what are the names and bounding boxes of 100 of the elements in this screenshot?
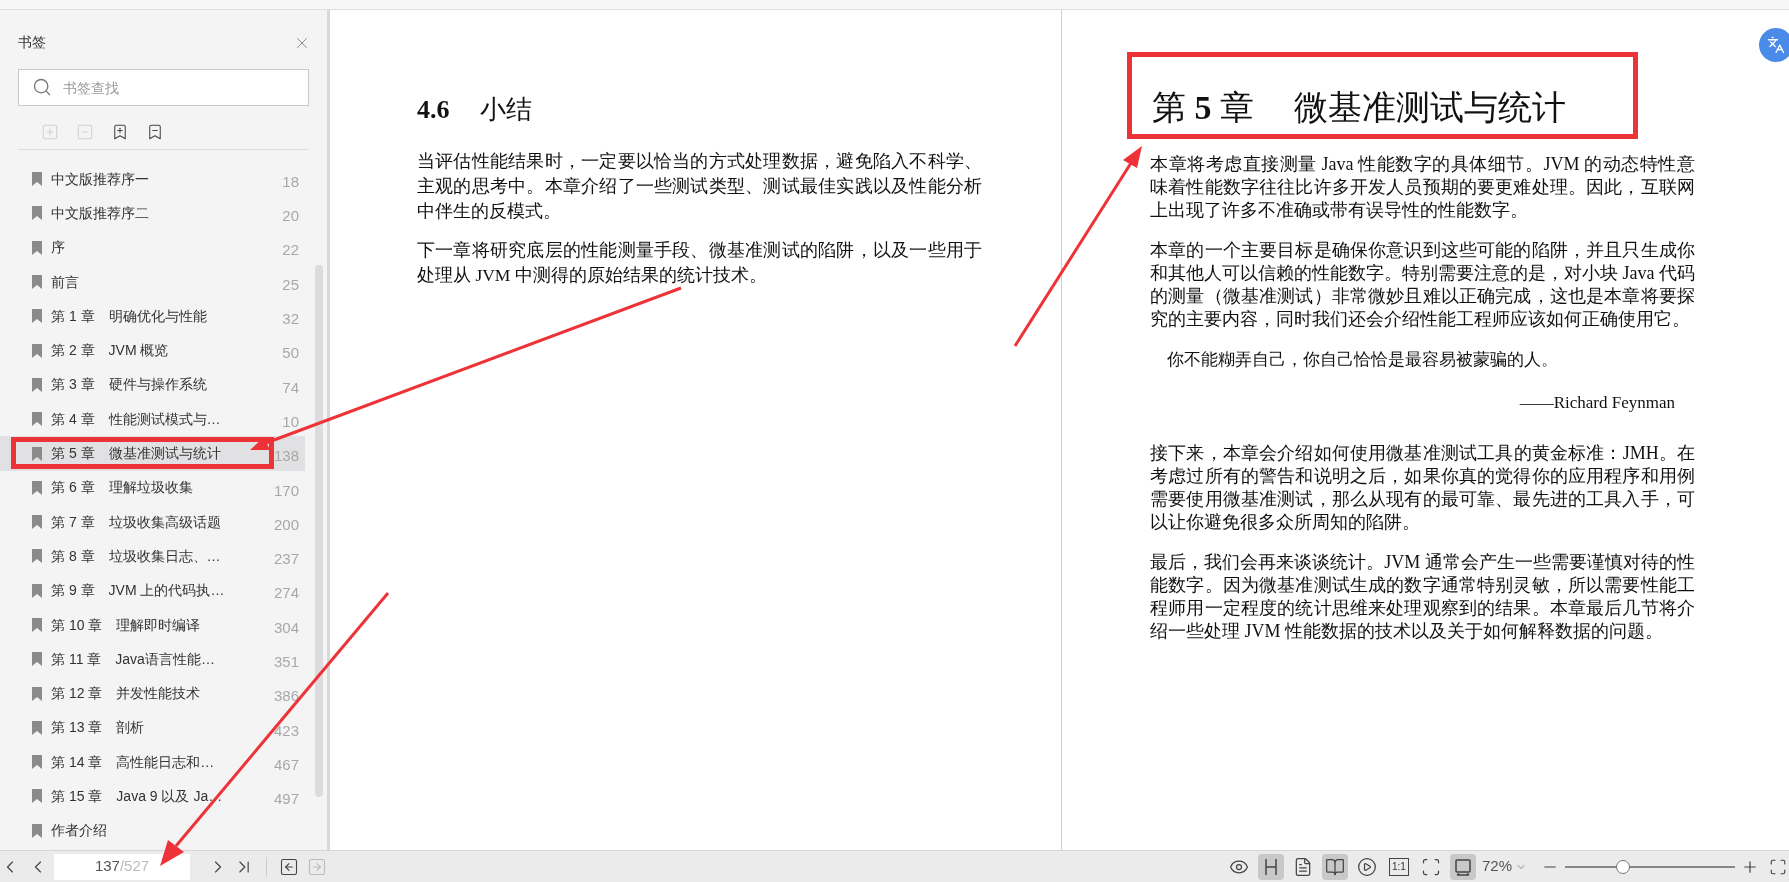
bookmark-label: 第 14 章 高性能日志和… [51,752,215,772]
page-number: 170 [273,480,299,501]
bookmark-icon [32,515,42,530]
bookmark-item[interactable]: 第 4 章 性能测试模式与… 10 [0,402,305,437]
page-number: 497 [273,789,299,810]
bookmark-icon [32,480,42,495]
bookmark-icon [32,240,42,255]
bookmark-icon [32,377,42,392]
page-number: 138 [273,446,299,467]
page-number: 20 [282,206,299,227]
search-icon [32,77,52,97]
bookmark-label: 第 4 章 性能测试模式与… [51,409,221,429]
page-number: 32 [282,309,299,330]
bookmark-label: 第 13 章 剖析 [51,718,145,738]
bookmark-item[interactable]: 前言 25 [0,264,305,300]
bookmark-item[interactable]: 作者介绍 [0,813,305,848]
back-icon[interactable] [279,856,299,877]
page-number: 200 [273,514,299,535]
section-title: 小结 [479,94,532,126]
paragraph: 最后，我们会再来谈谈统计。JVM 通常会产生一些需要谨慎对待的性能数字。因为微基准测试生成的数字通常特别灵敏，所以需要性能工程师用一定程度的统计思维来处理观察到的结果。本章最后几节将介绍一些处理 JVM 性能数据的技术以及关于如何解释数据的问题。 [1150,551,1695,643]
page-field[interactable]: 137/527 [54,853,190,880]
bookmark-item[interactable]: 第 13 章 剖析 423 [0,710,305,746]
bookmark-item[interactable]: 第 14 章 高性能日志和… 467 [0,745,305,780]
page-number: 386 [273,686,299,707]
bookmark-icon [32,309,42,324]
quote-attribution: ——Richard Feynman [1518,392,1676,414]
bookmark-label: 第 1 章 明确优化与性能 [51,306,207,326]
fit-width-icon [1452,856,1473,877]
slider-thumb[interactable] [1615,859,1630,874]
bookmark-label: 第 12 章 并发性能技术 [51,684,201,704]
panel-title: 书签 [18,33,46,52]
bookmark-item[interactable]: 第 10 章 理解即时编译 304 [0,607,305,643]
continuous-view-button[interactable] [1257,853,1284,880]
bookmark-item[interactable]: 第 2 章 JVM 概览 50 [0,333,305,368]
page-number: 50 [282,343,299,364]
bookmark-label: 第 2 章 JVM 概览 [51,341,169,361]
play-icon [1356,856,1377,877]
bookmark-label: 第 9 章 JVM 上的代码执… [51,581,225,601]
bookmark-label: 第 6 章 理解垃圾收集 [51,478,193,498]
total-pages: /527 [119,856,150,877]
bookmark-icon [32,686,42,701]
search-field[interactable]: 书签查找 [18,69,309,106]
remove-bookmark-icon[interactable] [146,123,164,141]
bookmark-icon [32,446,42,461]
page-number: 10 [282,411,299,432]
page-number: 237 [273,549,299,570]
scrollbar[interactable] [315,265,323,797]
add-bookmark-icon[interactable] [111,123,129,141]
page-number: 74 [282,377,299,398]
paragraph: 本章将考虑直接测量 Java 性能数字的具体细节。JVM 的动态特性意味着性能数字往往比许多开发人员预期的要更难处理。因此，互联网上出现了许多不准确或带有误导性的性能数字。 [1150,153,1695,222]
section-number: 4.6 [417,94,450,126]
page-number: 467 [273,754,299,775]
page-number: 25 [282,274,299,295]
chapter-number: 第 5 章 [1152,88,1254,128]
bookmark-label: 作者介绍 [51,821,107,841]
bookmark-icon [32,275,42,290]
bookmark-label: 第 3 章 硬件与操作系统 [51,375,207,395]
bookmark-item[interactable]: 第 8 章 垃圾收集日志、… 237 [0,539,305,574]
bookmark-icon [32,618,42,632]
bookmark-label: 中文版推荐序二 [51,203,149,223]
zoom-dropdown[interactable]: 72% [1481,855,1527,878]
current-page: 137 [94,856,120,877]
open-book-icon [1324,856,1345,877]
bookmark-item[interactable]: 第 3 章 硬件与操作系统 74 [0,367,305,403]
page-number: 351 [273,652,299,673]
bookmark-label: 中文版推荐序一 [51,169,149,189]
page-number: 274 [273,583,299,604]
fit-width-button[interactable] [1449,853,1476,880]
quote: 你不能糊弄自己，你自己恰恰是最容易被蒙骗的人。 [1166,349,1559,371]
bookmark-item[interactable]: 第 7 章 垃圾收集高级话题 200 [0,504,305,540]
bookmark-label: 第 7 章 垃圾收集高级话题 [51,512,221,532]
bookmark-label: 前言 [51,272,79,292]
bookmark-item[interactable]: 第 9 章 JVM 上的代码执… 274 [0,573,305,608]
paragraph: 下一章将研究底层的性能测量手段、微基准测试的陷阱，以及一些用于处理从 JVM 中测得的原始结果的统计技术。 [417,239,982,287]
zoom-slider[interactable] [1565,858,1735,875]
page-number: 304 [273,617,299,638]
bookmark-item[interactable]: 第 12 章 并发性能技术 386 [0,676,305,711]
bookmark-icon [32,412,42,427]
chapter-title: 微基准测试与统计 [1294,88,1566,128]
translate-icon[interactable] [1759,28,1789,62]
bookmark-icon [32,343,42,358]
bookmark-icon [32,652,42,667]
page-number: 18 [282,171,299,192]
bookmark-item[interactable]: 第 1 章 明确优化与性能 32 [0,299,305,334]
bookmark-icon [32,206,42,221]
bookmark-item[interactable]: 第 6 章 理解垃圾收集 170 [0,470,305,505]
bookmark-icon [32,755,42,770]
fullscreen-icon[interactable] [1769,857,1787,876]
bookmark-item[interactable]: 中文版推荐序一 18 [0,162,305,197]
bookmark-icon [32,789,42,804]
bookmark-label: 第 10 章 理解即时编译 [51,615,201,635]
bookmark-icon [32,583,42,598]
bookmark-label: 序 [51,238,65,258]
bookmark-item[interactable]: 中文版推荐序二 20 [0,196,305,231]
bookmark-item[interactable]: 序 22 [0,230,305,265]
bookmark-item[interactable]: 第 11 章 Java语言性能… 351 [0,642,305,677]
bookmark-icon [32,720,42,735]
bookmark-icon [32,823,42,838]
paragraph: 本章的一个主要目标是确保你意识到这些可能的陷阱，并且只生成你和其他人可以信赖的性能数字。特别需要注意的是，对小块 Java 代码的测量（微基准测试）非常微妙且难以正确完成，这也是本章将要探究的主要内容，同时我们还会介绍性能工程师应该如何正确使用它。 [1150,239,1695,331]
two-page-button[interactable] [1321,853,1348,880]
